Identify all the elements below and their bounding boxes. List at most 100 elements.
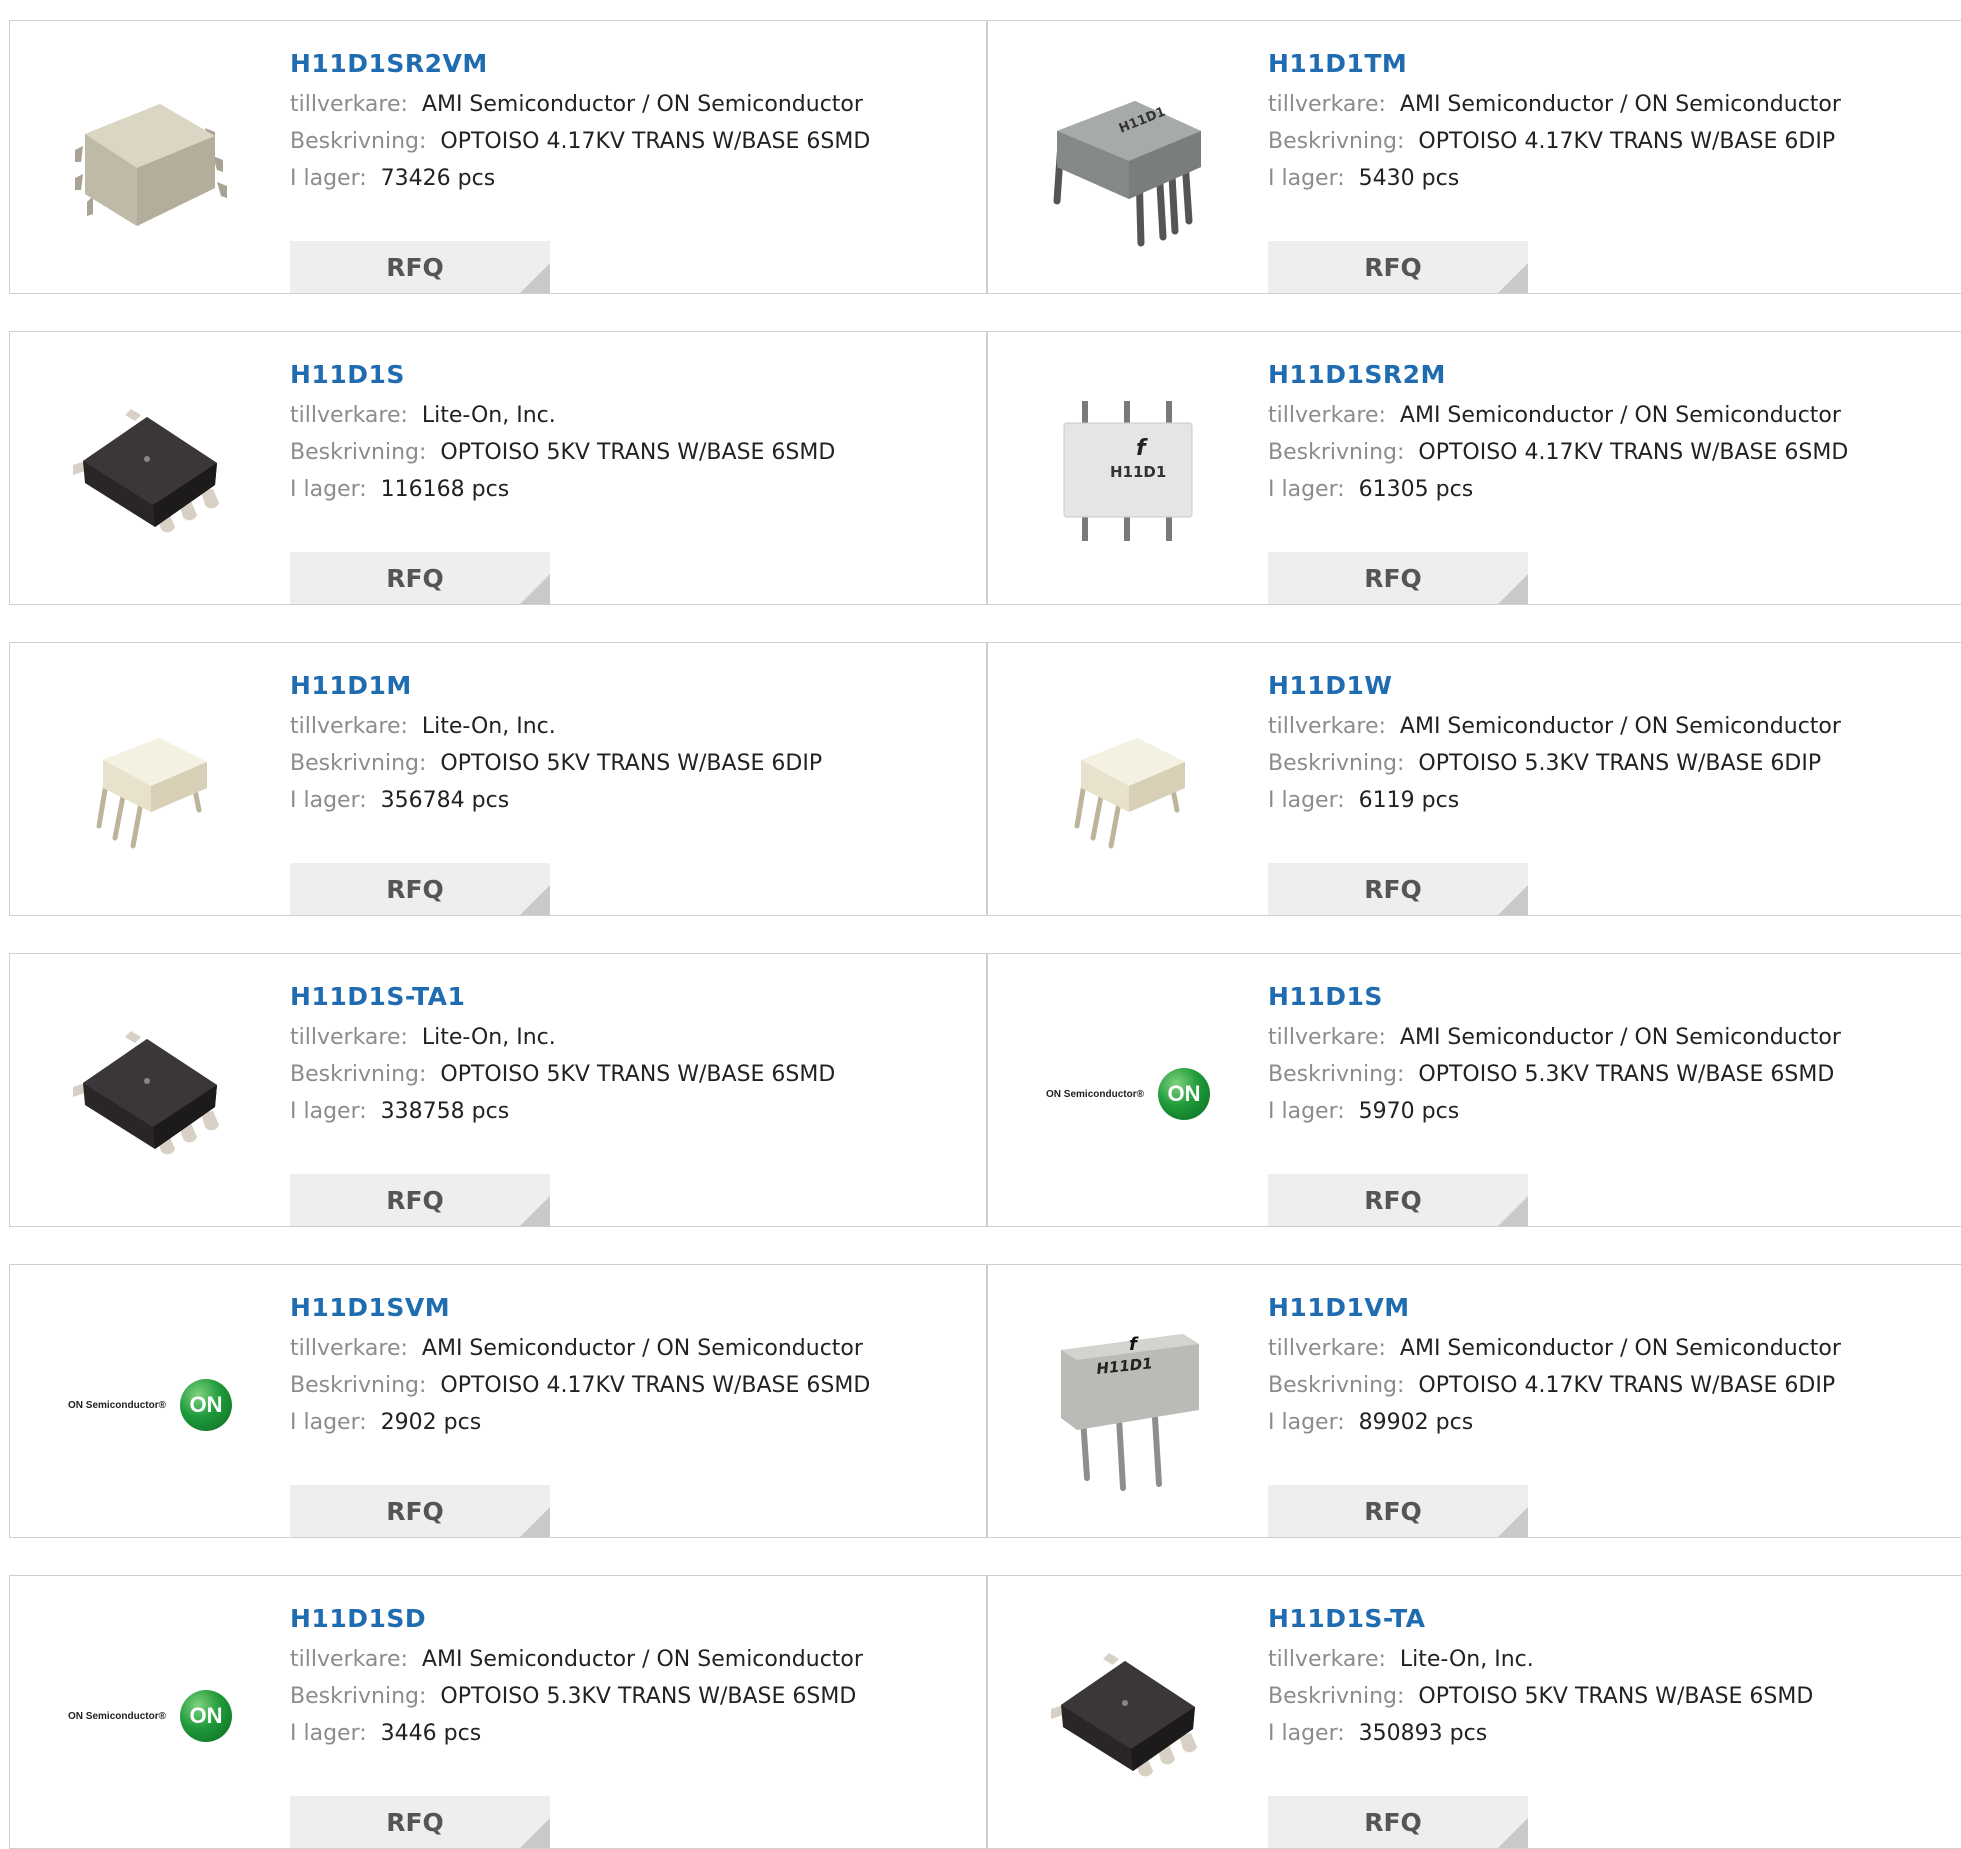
product-card: f H11D1 H11D1VM tillverkare: AMI Semicond…: [987, 1264, 1961, 1538]
manufacturer-value: AMI Semiconductor / ON Semiconductor: [1399, 403, 1841, 428]
cream-dip-chip-icon[interactable]: [50, 683, 250, 883]
product-name-link[interactable]: H11D1SR2M: [1268, 360, 1961, 389]
manufacturer-value: Lite-On, Inc.: [1399, 1647, 1534, 1672]
rfq-button[interactable]: RFQ: [290, 1485, 550, 1537]
stock-row: I lager: 3446 pcs: [290, 1721, 976, 1758]
description-row: Beskrivning: OPTOISO 4.17KV TRANS W/BASE …: [1268, 440, 1961, 477]
rfq-button[interactable]: RFQ: [290, 241, 550, 293]
stock-row: I lager: 6119 pcs: [1268, 788, 1961, 825]
description-row: Beskrivning: OPTOISO 4.17KV TRANS W/BASE …: [1268, 129, 1961, 166]
product-card: f H11D1 H11D1SR2M tillverkare: AMI Semico…: [987, 331, 1961, 605]
product-card: H11D1SR2VM tillverkare: AMI Semiconductor…: [9, 20, 987, 294]
on-logo-ball: ON: [179, 1690, 232, 1742]
product-info: H11D1TM tillverkare: AMI Semiconductor / …: [1268, 49, 1961, 293]
product-grid: H11D1SR2VM tillverkare: AMI Semiconductor…: [0, 0, 1961, 1849]
stock-label: I lager:: [1268, 788, 1345, 813]
product-card: ON Semiconductor® ON H11D1S tillverkare:…: [987, 953, 1961, 1227]
stock-value: 61305 pcs: [1358, 477, 1474, 502]
description-label: Beskrivning:: [290, 1684, 427, 1709]
on-semiconductor-logo[interactable]: ON Semiconductor® ON: [1028, 994, 1228, 1194]
product-name-link[interactable]: H11D1M: [290, 671, 976, 700]
description-row: Beskrivning: OPTOISO 5.3KV TRANS W/BASE 6…: [1268, 1062, 1961, 1099]
stock-row: I lager: 116168 pcs: [290, 477, 976, 514]
stock-value: 2902 pcs: [380, 1410, 482, 1435]
cream-dip-chip-icon[interactable]: [1028, 683, 1228, 883]
on-semiconductor-logo[interactable]: ON Semiconductor® ON: [50, 1616, 250, 1816]
stock-value: 73426 pcs: [380, 166, 496, 191]
manufacturer-row: tillverkare: AMI Semiconductor / ON Semic…: [290, 92, 976, 129]
rfq-button[interactable]: RFQ: [1268, 863, 1528, 915]
product-name-link[interactable]: H11D1W: [1268, 671, 1961, 700]
rfq-button[interactable]: RFQ: [1268, 1796, 1528, 1848]
gray-dip-chip-marked-icon[interactable]: f H11D1: [1028, 1305, 1228, 1505]
rfq-button-label: RFQ: [386, 1185, 444, 1215]
corner-fold-decoration: [1498, 885, 1528, 915]
stock-label: I lager:: [1268, 1099, 1345, 1124]
rfq-button-label: RFQ: [1364, 563, 1422, 593]
product-name-link[interactable]: H11D1S: [290, 360, 976, 389]
stock-value: 356784 pcs: [380, 788, 510, 813]
description-label: Beskrivning:: [1268, 1684, 1405, 1709]
rfq-button-label: RFQ: [386, 1807, 444, 1837]
stock-label: I lager:: [290, 1099, 367, 1124]
product-info: H11D1SD tillverkare: AMI Semiconductor / …: [290, 1604, 976, 1848]
corner-fold-decoration: [1498, 1196, 1528, 1226]
rfq-button[interactable]: RFQ: [1268, 1485, 1528, 1537]
description-row: Beskrivning: OPTOISO 5.3KV TRANS W/BASE 6…: [290, 1684, 976, 1721]
stock-row: I lager: 2902 pcs: [290, 1410, 976, 1447]
product-info: H11D1SVM tillverkare: AMI Semiconductor /…: [290, 1293, 976, 1537]
rfq-button[interactable]: RFQ: [290, 1796, 550, 1848]
on-semiconductor-logo: ON Semiconductor® ON: [68, 1379, 232, 1431]
white-chip-topview-icon[interactable]: f H11D1: [1028, 372, 1228, 572]
description-value: OPTOISO 5.3KV TRANS W/BASE 6DIP: [1418, 751, 1822, 776]
black-smd-chip-icon[interactable]: [50, 372, 250, 572]
product-name-link[interactable]: H11D1S: [1268, 982, 1961, 1011]
product-info: H11D1S-TA1 tillverkare: Lite-On, Inc. Bes…: [290, 982, 976, 1226]
product-info: H11D1VM tillverkare: AMI Semiconductor / …: [1268, 1293, 1961, 1537]
on-semiconductor-logo: ON Semiconductor® ON: [1046, 1068, 1210, 1120]
rfq-button[interactable]: RFQ: [1268, 552, 1528, 604]
product-name-link[interactable]: H11D1S-TA1: [290, 982, 976, 1011]
rfq-button[interactable]: RFQ: [290, 1174, 550, 1226]
black-smd-chip-icon[interactable]: [1028, 1616, 1228, 1816]
gray-dip-chip-icon[interactable]: H11D1: [1028, 61, 1228, 261]
manufacturer-row: tillverkare: AMI Semiconductor / ON Semic…: [1268, 714, 1961, 751]
product-name-link[interactable]: H11D1SR2VM: [290, 49, 976, 78]
description-value: OPTOISO 5KV TRANS W/BASE 6DIP: [440, 751, 823, 776]
stock-value: 338758 pcs: [380, 1099, 510, 1124]
rfq-button[interactable]: RFQ: [1268, 1174, 1528, 1226]
description-value: OPTOISO 5KV TRANS W/BASE 6SMD: [440, 1062, 836, 1087]
product-info: H11D1W tillverkare: AMI Semiconductor / O…: [1268, 671, 1961, 915]
on-semiconductor-logo[interactable]: ON Semiconductor® ON: [50, 1305, 250, 1505]
product-name-link[interactable]: H11D1SVM: [290, 1293, 976, 1322]
product-card: H11D1 H11D1TM tillverkare: AMI Semiconduc…: [987, 20, 1961, 294]
gray-smd-chip-icon[interactable]: [50, 61, 250, 261]
stock-row: I lager: 5430 pcs: [1268, 166, 1961, 203]
product-name-link[interactable]: H11D1VM: [1268, 1293, 1961, 1322]
product-info: H11D1S tillverkare: AMI Semiconductor / O…: [1268, 982, 1961, 1226]
description-label: Beskrivning:: [290, 1373, 427, 1398]
manufacturer-label: tillverkare:: [290, 1025, 408, 1050]
stock-row: I lager: 356784 pcs: [290, 788, 976, 825]
product-name-link[interactable]: H11D1TM: [1268, 49, 1961, 78]
stock-row: I lager: 338758 pcs: [290, 1099, 976, 1136]
manufacturer-row: tillverkare: AMI Semiconductor / ON Semic…: [1268, 1025, 1961, 1062]
corner-fold-decoration: [520, 263, 550, 293]
rfq-button[interactable]: RFQ: [290, 552, 550, 604]
rfq-button[interactable]: RFQ: [290, 863, 550, 915]
rfq-button-label: RFQ: [1364, 874, 1422, 904]
manufacturer-value: AMI Semiconductor / ON Semiconductor: [421, 1647, 863, 1672]
rfq-button-label: RFQ: [386, 1496, 444, 1526]
manufacturer-row: tillverkare: Lite-On, Inc.: [290, 1025, 976, 1062]
manufacturer-label: tillverkare:: [1268, 1336, 1386, 1361]
manufacturer-value: Lite-On, Inc.: [421, 714, 556, 739]
product-name-link[interactable]: H11D1S-TA: [1268, 1604, 1961, 1633]
product-name-link[interactable]: H11D1SD: [290, 1604, 976, 1633]
description-value: OPTOISO 4.17KV TRANS W/BASE 6DIP: [1418, 129, 1836, 154]
corner-fold-decoration: [520, 1818, 550, 1848]
black-smd-chip-icon[interactable]: [50, 994, 250, 1194]
corner-fold-decoration: [1498, 263, 1528, 293]
description-value: OPTOISO 5.3KV TRANS W/BASE 6SMD: [440, 1684, 857, 1709]
stock-value: 5430 pcs: [1358, 166, 1460, 191]
rfq-button[interactable]: RFQ: [1268, 241, 1528, 293]
